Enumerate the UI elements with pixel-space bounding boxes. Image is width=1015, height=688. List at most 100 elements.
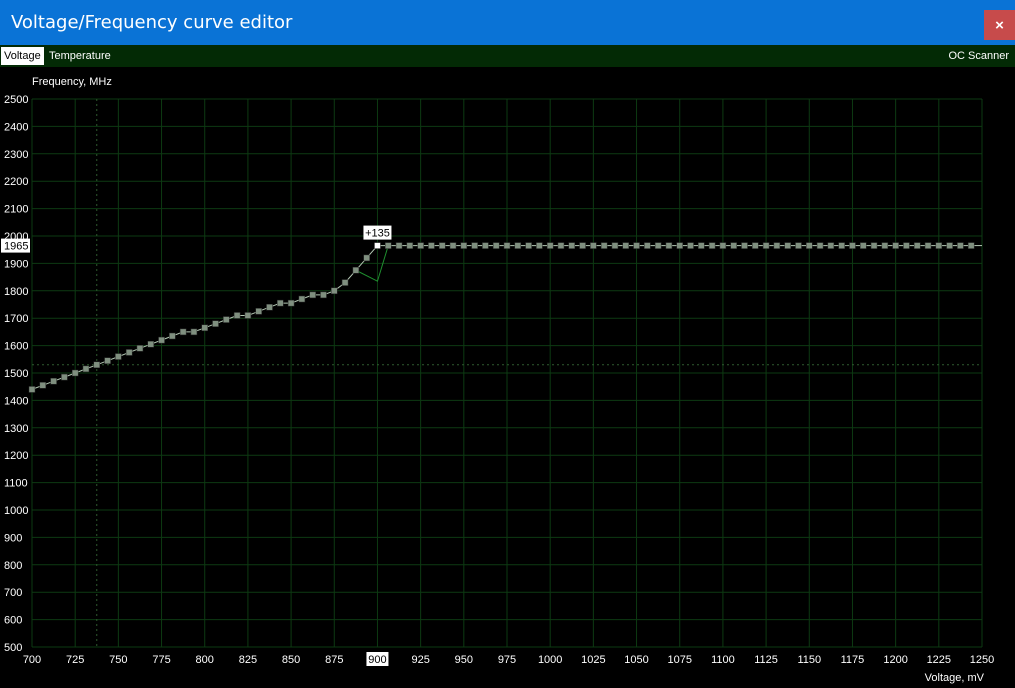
curve-point[interactable] <box>913 242 921 249</box>
curve-point[interactable] <box>590 242 597 249</box>
curve-point[interactable] <box>298 295 306 303</box>
x-tick-label: 1225 <box>927 654 951 666</box>
curve-point[interactable] <box>665 242 673 249</box>
curve-point[interactable] <box>967 242 975 249</box>
curve-point[interactable] <box>61 373 68 381</box>
curve-point[interactable] <box>860 242 867 249</box>
curve-point[interactable] <box>471 242 478 249</box>
curve-point[interactable] <box>870 242 878 249</box>
curve-point[interactable] <box>816 242 824 249</box>
curve-point[interactable] <box>935 242 943 249</box>
curve-point[interactable] <box>147 340 154 348</box>
curve-point[interactable] <box>255 308 262 315</box>
curve-point[interactable] <box>611 242 619 249</box>
curve-point[interactable] <box>773 242 781 249</box>
selected-curve-point[interactable] <box>374 242 381 249</box>
curve-point[interactable] <box>331 287 338 295</box>
curve-point[interactable] <box>233 312 241 319</box>
curve-point[interactable] <box>363 254 370 262</box>
curve-point[interactable] <box>838 242 845 249</box>
curve-point[interactable] <box>169 332 176 340</box>
curve-point[interactable] <box>244 312 252 319</box>
curve-point[interactable] <box>158 336 165 344</box>
curve-point[interactable] <box>212 320 219 327</box>
curve-point[interactable] <box>719 242 727 249</box>
curve-point[interactable] <box>287 299 295 307</box>
curve-point[interactable] <box>633 242 640 249</box>
curve-point[interactable] <box>417 242 424 249</box>
curve-point[interactable] <box>600 242 608 249</box>
curve-point[interactable] <box>881 242 889 249</box>
curve-point[interactable] <box>277 299 284 307</box>
curve-point[interactable] <box>676 242 683 249</box>
curve-point[interactable] <box>568 242 576 249</box>
close-button[interactable]: × <box>984 10 1015 40</box>
curve-point[interactable] <box>341 279 349 286</box>
curve-point[interactable] <box>406 242 414 249</box>
curve-point[interactable] <box>827 242 835 249</box>
curve-point[interactable] <box>28 386 36 393</box>
curve-point[interactable] <box>687 242 694 249</box>
curve-point[interactable] <box>546 242 554 249</box>
curve-point[interactable] <box>136 345 144 352</box>
curve-point[interactable] <box>525 242 532 249</box>
curve-point[interactable] <box>514 242 522 249</box>
curve-point[interactable] <box>892 242 899 249</box>
curve-point[interactable] <box>428 242 435 249</box>
x-tick-label: 975 <box>498 654 516 666</box>
y-tick-label: 900 <box>4 532 22 544</box>
vf-curve-chart[interactable]: 500 600 700 800 900 1000 1100 1200 1300 1400 1500 1… <box>0 67 1015 688</box>
curve-point[interactable] <box>223 316 230 323</box>
curve-point[interactable] <box>460 242 468 249</box>
curve-point[interactable] <box>104 357 111 364</box>
curve-point[interactable] <box>266 303 273 311</box>
vf-curve-svg[interactable]: 500 600 700 800 900 1000 1100 1200 1300 1400 1500 1… <box>0 67 1015 688</box>
curve-point[interactable] <box>309 291 316 299</box>
curve-point[interactable] <box>957 242 964 249</box>
y-tick-label: 1900 <box>4 258 28 270</box>
curve-point[interactable] <box>924 242 932 249</box>
curve-point[interactable] <box>482 242 489 249</box>
curve-point[interactable] <box>741 242 748 249</box>
curve-point[interactable] <box>93 361 101 369</box>
curve-point[interactable] <box>795 242 802 249</box>
curve-point[interactable] <box>557 242 565 249</box>
curve-point[interactable] <box>536 242 543 249</box>
curve-point[interactable] <box>39 382 47 389</box>
curve-point[interactable] <box>82 365 90 373</box>
curve-point[interactable] <box>449 242 457 249</box>
curve-point[interactable] <box>503 242 511 249</box>
curve-point[interactable] <box>762 242 770 249</box>
curve-point[interactable] <box>125 349 133 356</box>
curve-points[interactable] <box>28 242 975 393</box>
curve-point[interactable] <box>752 242 759 249</box>
curve-point[interactable] <box>903 242 910 249</box>
curve-point[interactable] <box>730 242 737 249</box>
curve-point[interactable] <box>654 242 662 249</box>
curve-point[interactable] <box>946 242 953 249</box>
curve-point[interactable] <box>644 242 651 249</box>
curve-point[interactable] <box>190 328 198 336</box>
x-tick-label: 1000 <box>538 654 562 666</box>
curve-point[interactable] <box>385 242 392 249</box>
curve-point[interactable] <box>395 242 403 249</box>
curve-point[interactable] <box>320 291 327 299</box>
curve-point[interactable] <box>179 328 187 336</box>
curve-point[interactable] <box>71 369 79 377</box>
curve-point[interactable] <box>438 242 446 249</box>
tab-temperature[interactable]: Temperature <box>46 47 114 65</box>
curve-point[interactable] <box>201 324 208 332</box>
curve-point[interactable] <box>806 242 813 249</box>
tab-voltage[interactable]: Voltage <box>1 47 44 65</box>
curve-point[interactable] <box>849 242 856 249</box>
oc-scanner-button[interactable]: OC Scanner <box>945 47 1012 65</box>
curve-point[interactable] <box>708 242 716 249</box>
curve-point[interactable] <box>492 242 500 249</box>
curve-point[interactable] <box>622 242 629 249</box>
curve-point[interactable] <box>115 353 122 360</box>
curve-point[interactable] <box>50 377 57 385</box>
curve-point[interactable] <box>352 267 360 274</box>
curve-point[interactable] <box>579 242 586 249</box>
curve-point[interactable] <box>698 242 705 249</box>
curve-point[interactable] <box>784 242 791 249</box>
